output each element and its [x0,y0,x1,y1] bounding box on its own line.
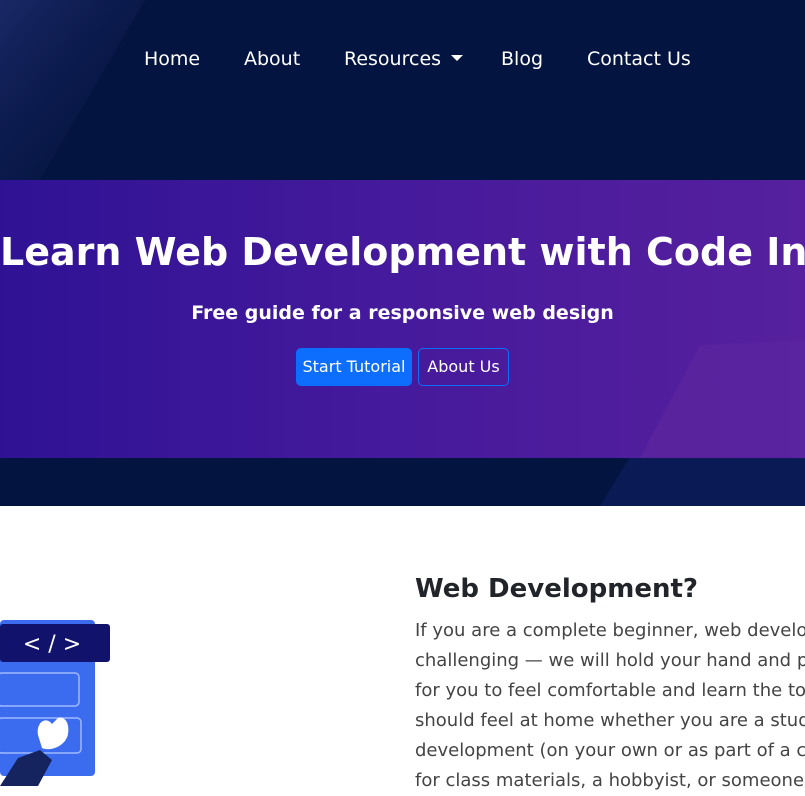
code-window-illustration: < / > [0,620,110,786]
hero-subtitle: Free guide for a responsive web design [191,302,614,324]
main-nav: Home About Resources Blog Contact Us [0,38,805,82]
section-heading: Web Development? [415,574,698,604]
nav-about[interactable]: About [244,48,300,70]
about-us-button[interactable]: About Us [418,348,509,386]
paragraph-line: challenging — we will hold your hand and… [415,650,805,671]
nav-resources-label: Resources [344,48,442,70]
nav-contact[interactable]: Contact Us [587,48,691,70]
hero-section: Home About Resources Blog Contact Us Lea… [0,0,805,506]
nav-about-label: About [244,48,301,70]
hero-banner: Learn Web Development with Code Info Fre… [0,180,805,458]
paragraph-line: development (on your own or as part of a… [415,740,805,761]
paragraph-line: If you are a complete beginner, web deve… [415,620,805,641]
paragraph-line: for class materials, a hobbyist, or some… [415,770,805,791]
start-tutorial-button[interactable]: Start Tutorial [296,348,412,386]
nav-home[interactable]: Home [144,48,200,70]
nav-blog[interactable]: Blog [501,48,543,70]
nav-home-label: Home [144,48,201,70]
section-paragraph: If you are a complete beginner, web deve… [415,616,805,796]
paragraph-line: for you to feel comfortable and learn th… [415,680,805,701]
nav-contact-label: Contact Us [587,48,691,70]
caret-down-icon [451,54,464,61]
code-glyph: < / > [23,632,81,657]
paragraph-line: should feel at home whether you are a st… [415,710,805,731]
hero-title: Learn Web Development with Code Info [0,230,805,274]
nav-blog-label: Blog [501,48,543,70]
nav-resources-dropdown[interactable]: Resources [344,48,464,70]
